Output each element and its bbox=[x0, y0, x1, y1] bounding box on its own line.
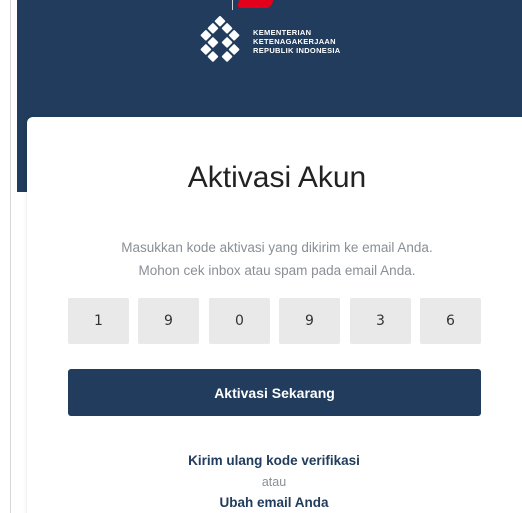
activate-now-button[interactable]: Aktivasi Sekarang bbox=[68, 369, 481, 416]
code-digit-1[interactable]: 1 bbox=[68, 298, 129, 344]
ministry-name-line-2: KETENAGAKERJAAN bbox=[253, 36, 336, 46]
ministry-name: KEMENTERIAN KETENAGAKERJAAN REPUBLIK IND… bbox=[253, 28, 341, 55]
instructions: Masukkan kode aktivasi yang dikirim ke e… bbox=[32, 236, 522, 282]
code-digit-4[interactable]: 9 bbox=[279, 298, 340, 344]
or-separator: atau bbox=[261, 475, 287, 489]
window-edge bbox=[10, 0, 11, 513]
divider bbox=[232, 0, 233, 10]
code-digit-2[interactable]: 9 bbox=[138, 298, 199, 344]
instruction-line-2: Mohon cek inbox atau spam pada email And… bbox=[138, 263, 416, 278]
page-title: Aktivasi Akun bbox=[187, 161, 367, 194]
activation-code-inputs: 1 9 0 9 3 6 bbox=[68, 298, 481, 344]
resend-code-link[interactable]: Kirim ulang kode verifikasi bbox=[0, 453, 522, 468]
instruction-line-1: Masukkan kode aktivasi yang dikirim ke e… bbox=[121, 240, 433, 255]
red-accent-shape bbox=[236, 0, 274, 8]
ministry-logo: KEMENTERIAN KETENAGAKERJAAN REPUBLIK IND… bbox=[193, 14, 341, 68]
change-email-link[interactable]: Ubah email Anda bbox=[0, 495, 522, 510]
code-digit-6[interactable]: 6 bbox=[420, 298, 481, 344]
ministry-name-line-1: KEMENTERIAN bbox=[253, 27, 312, 37]
code-digit-3[interactable]: 0 bbox=[209, 298, 270, 344]
ministry-name-line-3: REPUBLIK INDONESIA bbox=[253, 45, 341, 55]
code-digit-5[interactable]: 3 bbox=[350, 298, 411, 344]
ministry-logo-icon bbox=[200, 15, 240, 62]
page: KEMENTERIAN KETENAGAKERJAAN REPUBLIK IND… bbox=[0, 0, 522, 513]
